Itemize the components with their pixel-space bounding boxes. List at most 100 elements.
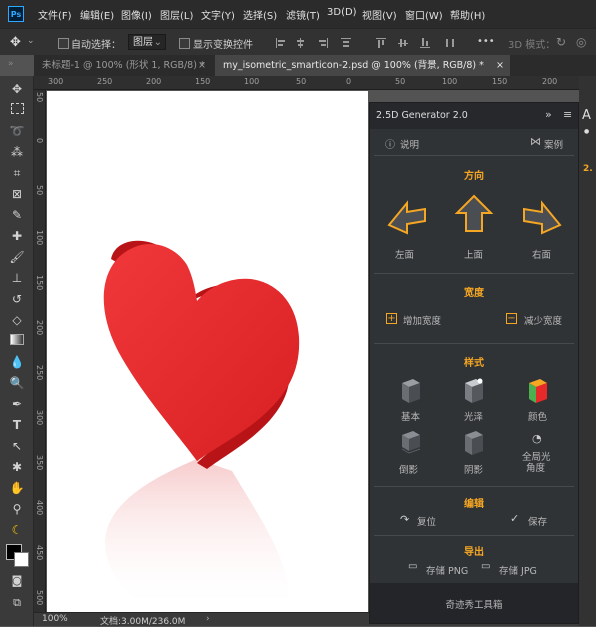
ruler-label: 250 [97,77,113,86]
gloss-label: 光泽 [464,412,484,423]
blur-tool-icon[interactable]: 💧 [8,353,26,371]
lasso-tool-icon[interactable]: ➰ [8,122,26,140]
save-jpg-button[interactable]: 存储 JPG [499,563,537,577]
ruler-label: 50 [35,92,44,103]
auto-select-label: 自动选择： [71,40,121,51]
tab-close-icon[interactable]: × [198,55,206,76]
heart-front [103,243,300,461]
move-tool-icon[interactable]: ✥ [8,80,26,98]
cube-basic-icon[interactable] [400,377,422,405]
path-selection-icon[interactable]: ↖ [8,437,26,455]
align-right-icon[interactable] [318,38,328,48]
healing-brush-icon[interactable]: ✚ [8,227,26,245]
menu-view[interactable]: 视图(V) [362,7,397,22]
tab-close-icon[interactable]: × [496,55,504,76]
arrow-left-face-icon[interactable] [385,195,429,235]
show-transform-checkbox[interactable] [179,38,190,49]
ruler-label: 50 [296,77,307,86]
tab-untitled[interactable]: 未标题-1 @ 100% (形状 1, RGB/8) * × [34,55,212,76]
character-panel-icon[interactable]: A [582,108,591,123]
type-tool-icon[interactable]: T [8,416,26,434]
distribute-middle-icon[interactable] [398,38,408,48]
chevron-down-icon[interactable]: ⌄ [27,36,35,46]
move-tool-icon[interactable]: ✥ [10,35,21,50]
zoom-level[interactable]: 100% [42,614,68,624]
magic-wand-icon[interactable]: ⁂ [8,143,26,161]
background-color-swatch[interactable] [14,552,29,567]
layer-select[interactable]: 图层 ⌄ [128,34,166,50]
ruler-label: 50 [395,77,406,86]
quick-mask-icon[interactable]: ◙ [8,572,26,590]
cube-gloss-icon[interactable] [463,377,485,405]
global-light-icon[interactable]: ◔ [532,432,542,445]
menu-help[interactable]: 帮助(H) [450,7,485,22]
banana-icon[interactable]: ☾ [8,521,26,539]
hand-tool-icon[interactable]: ✋ [8,479,26,497]
ruler-label: 150 [35,275,44,291]
save-check-icon[interactable]: ✓ [510,512,519,525]
history-brush-icon[interactable]: ↺ [8,290,26,308]
menu-filter[interactable]: 滤镜(T) [286,7,320,22]
document-canvas[interactable] [47,91,368,612]
arrow-right-face-icon[interactable] [520,195,564,235]
save-png-button[interactable]: 存储 PNG [426,563,468,577]
distribute-bottom-icon[interactable] [420,38,430,48]
reduce-width-button[interactable]: 减少宽度 [524,313,562,327]
cube-reflection-icon[interactable] [400,429,422,457]
more-options-button[interactable]: ••• [477,36,495,47]
menu-select[interactable]: 选择(S) [243,7,277,22]
tab-smarticon[interactable]: my_isometric_smarticon-2.psd @ 100% (背景,… [215,55,510,76]
align-top-icon[interactable] [341,38,351,48]
arrow-top-face-icon[interactable] [454,193,494,237]
save-button[interactable]: 保存 [528,514,547,528]
menu-file[interactable]: 文件(F) [38,7,72,22]
distribute-horizontal-icon[interactable] [445,38,455,48]
menu-type[interactable]: 文字(Y) [201,7,235,22]
menu-layer[interactable]: 图层(L) [160,7,193,22]
ruler-label: 0 [35,138,44,144]
zoom-tool-icon[interactable]: ⚲ [8,500,26,518]
screen-mode-icon[interactable]: ⧉ [8,594,26,612]
eyedropper-icon[interactable]: ✎ [8,206,26,224]
add-width-button[interactable]: 增加宽度 [403,313,441,327]
distribute-top-icon[interactable] [376,38,386,48]
marquee-tool-icon[interactable] [8,101,26,119]
pen-tool-icon[interactable]: ✒ [8,395,26,413]
export-title: 导出 [464,547,484,558]
align-center-icon[interactable] [296,38,306,48]
menu-image[interactable]: 图像(I) [121,7,152,22]
reset-icon[interactable]: ↷ [400,513,409,526]
frame-tool-icon[interactable]: ⊠ [8,185,26,203]
dodge-tool-icon[interactable]: 🔍 [8,374,26,392]
help-icon[interactable]: ⓘ [385,136,395,151]
clone-stamp-icon[interactable]: ⊥ [8,269,26,287]
gradient-tool-icon[interactable] [8,332,26,350]
help-link[interactable]: 说明 [400,137,419,151]
eraser-tool-icon[interactable]: ◇ [8,311,26,329]
reflection-label: 倒影 [399,465,419,476]
menu-3d[interactable]: 3D(D) [327,7,357,18]
cases-link[interactable]: 案例 [544,137,563,151]
brush-tool-icon[interactable]: 🖌 [8,248,26,266]
3d-orbit-icon[interactable]: ↻ [556,35,566,49]
cube-color-icon[interactable] [527,377,549,405]
reduce-width-icon[interactable]: − [506,313,517,324]
add-width-icon[interactable]: + [386,313,397,324]
menu-edit[interactable]: 编辑(E) [80,7,114,22]
ruler-label: 250 [35,365,44,381]
reset-button[interactable]: 复位 [417,514,436,528]
custom-shape-icon[interactable]: ✱ [8,458,26,476]
panel-badge-icon[interactable]: 2. [583,164,593,174]
expand-panels-icon[interactable]: » [8,59,14,69]
auto-select-checkbox[interactable] [58,38,69,49]
align-left-icon[interactable] [276,38,286,48]
bullet-icon: ● [584,128,590,135]
collapse-icon[interactable]: » [545,108,552,121]
3d-roll-icon[interactable]: ◎ [576,35,586,49]
panel-menu-icon[interactable]: ≡ [563,108,572,121]
menu-window[interactable]: 窗口(W) [405,7,443,22]
status-menu-arrow-icon[interactable]: › [206,614,210,624]
divider [374,343,574,344]
crop-tool-icon[interactable]: ⌗ [8,164,26,182]
cube-shadow-icon[interactable] [463,429,485,457]
